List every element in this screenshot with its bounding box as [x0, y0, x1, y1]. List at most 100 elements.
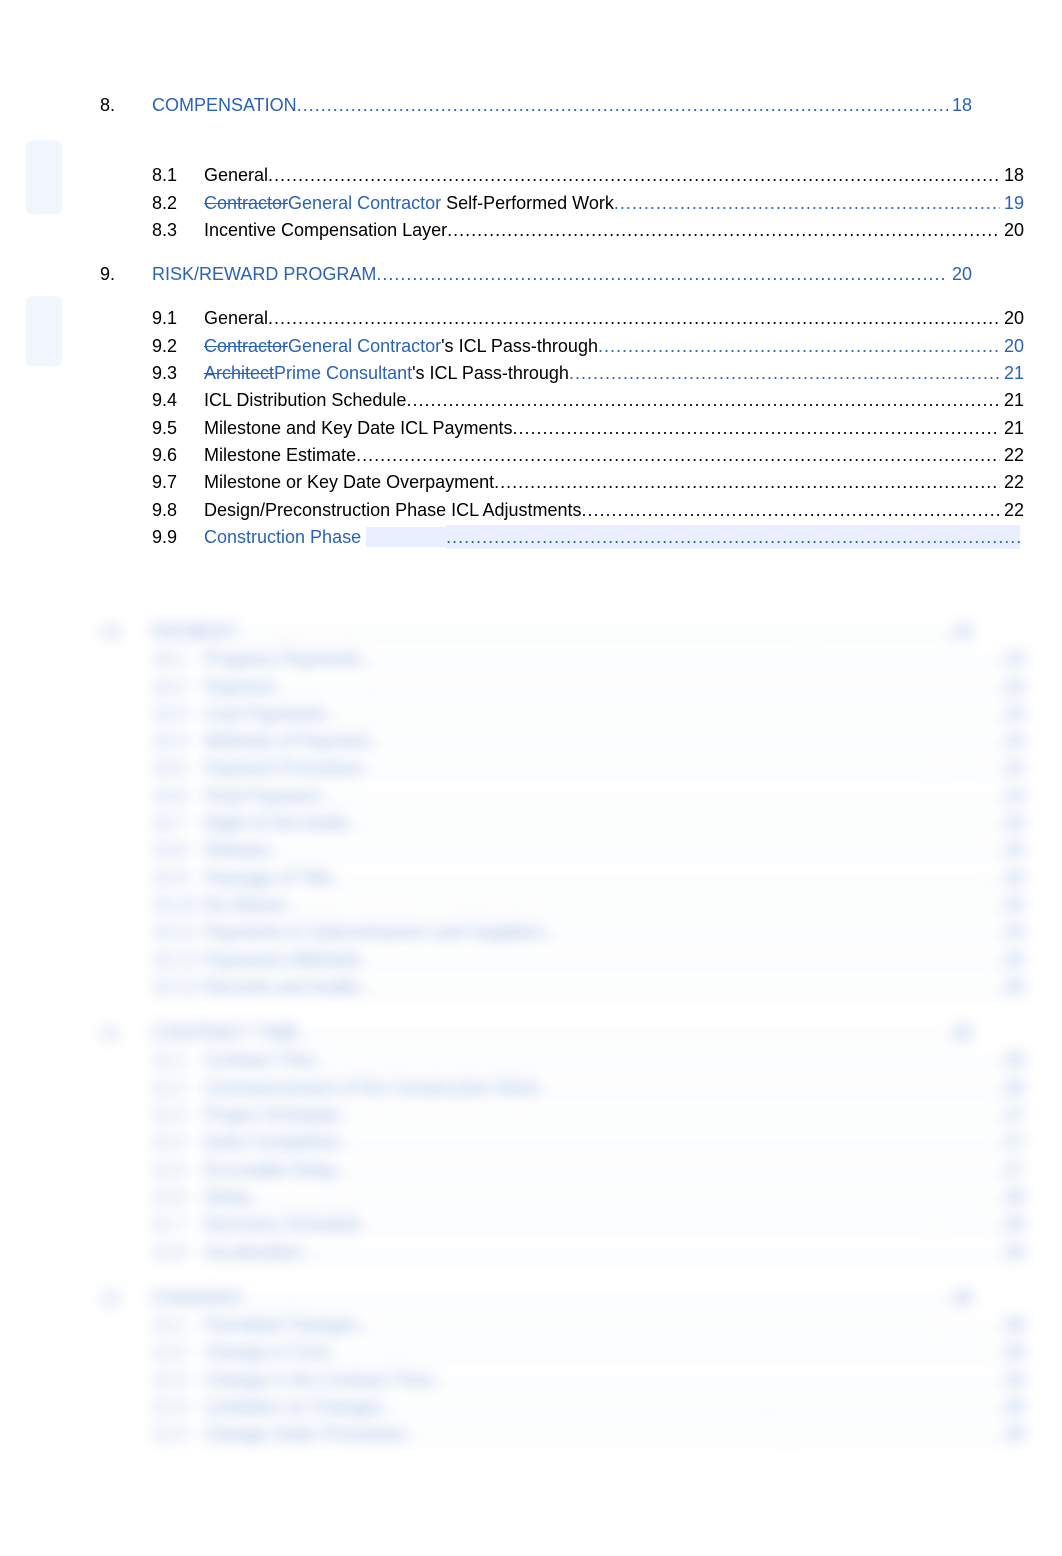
- toc-page-number: 25: [1000, 838, 1024, 862]
- toc-entry[interactable]: 8.1General18: [100, 163, 1024, 187]
- toc-leader-dots: [446, 525, 1020, 549]
- toc-entry-number: 9.5: [152, 416, 204, 440]
- toc-leader-dots: [268, 163, 1000, 187]
- toc-leader-dots: [340, 1103, 1000, 1127]
- deleted-text: Contractor: [204, 193, 288, 213]
- deleted-text: Architect: [204, 363, 274, 383]
- toc-entry-number: 11.5: [152, 1158, 204, 1182]
- blurred-toc-entry: 11.1Contract Time26: [100, 1048, 1024, 1072]
- toc-leader-dots: [447, 218, 1000, 242]
- toc-entry-number: 10.3: [152, 702, 204, 726]
- blurred-toc-entry: 10.5Payment Procedure24: [100, 756, 1024, 780]
- toc-entry[interactable]: 9.4ICL Distribution Schedule21: [100, 388, 1024, 412]
- toc-entry-label: Payment: [204, 675, 275, 699]
- highlight-marker: [366, 527, 446, 547]
- toc-entry-number: 11.3: [152, 1103, 204, 1127]
- toc-leader-dots: [545, 920, 1000, 944]
- toc-page-number: 24: [1000, 729, 1024, 753]
- toc-page-number: 28: [1000, 1185, 1024, 1209]
- toc-leader-dots: [406, 388, 1000, 412]
- blurred-toc-entry: 11.2Commencement of the Construction Wor…: [100, 1076, 1024, 1100]
- toc-entry[interactable]: 9.9Construction Phase: [100, 525, 1024, 549]
- toc-entry-label: CONTRACT TIME: [152, 1021, 299, 1045]
- toc-page-number: 22: [1000, 470, 1024, 494]
- toc-leader-dots: [369, 729, 1000, 753]
- toc-leader-dots: [582, 498, 1000, 522]
- toc-entry-number: 9.4: [152, 388, 204, 412]
- toc-leader-dots: [275, 675, 1000, 699]
- toc-leader-dots: [287, 893, 1000, 917]
- blurred-toc-entry: 12.2Change in Cost29: [100, 1340, 1024, 1364]
- toc-leader-dots: [241, 1286, 948, 1310]
- toc-page-number: 21: [1000, 388, 1024, 412]
- toc-entry[interactable]: 9.5Milestone and Key Date ICL Payments21: [100, 416, 1024, 440]
- toc-entry-number: 11.7: [152, 1212, 204, 1236]
- blurred-toc-entry: 12.5Change Order Procedure29: [100, 1422, 1024, 1446]
- toc-page-number: 20: [1000, 218, 1024, 242]
- blurred-toc-entry: 10.10No Waiver25: [100, 893, 1024, 917]
- toc-entry-label: Milestone and Key Date ICL Payments: [204, 416, 513, 440]
- blurred-toc-entry: 12.CHANGES28: [100, 1286, 972, 1310]
- toc-entry-number: 8.3: [152, 218, 204, 242]
- toc-leader-dots: [338, 1158, 1000, 1182]
- toc-entry-number: 11.1: [152, 1048, 204, 1072]
- toc-leader-dots: [383, 1395, 1000, 1419]
- toc-leader-dots: [361, 647, 1000, 671]
- toc-page-number: 18: [948, 93, 972, 117]
- blurred-toc-entry: 11.7Recovery Schedule28: [100, 1212, 1024, 1236]
- deleted-text: Contractor: [204, 336, 288, 356]
- toc-entry[interactable]: 9.1General20: [100, 306, 1024, 330]
- toc-page-number: 20: [948, 262, 972, 286]
- toc-entry[interactable]: 9.6Milestone Estimate22: [100, 443, 1024, 467]
- toc-entry-label: Project Schedule: [204, 1103, 340, 1127]
- toc-page-number: 24: [1000, 784, 1024, 808]
- blurred-toc-entry: 10.6Final Payment24: [100, 784, 1024, 808]
- toc-entry-number: 10.7: [152, 811, 204, 835]
- toc-leader-dots: [406, 1422, 1000, 1446]
- toc-entry-label: PAYMENT: [152, 620, 236, 644]
- toc-section-9[interactable]: 9. RISK/REWARD PROGRAM 20: [100, 262, 972, 286]
- toc-entry-number: 11.2: [152, 1076, 204, 1100]
- toc-section-8[interactable]: 8. COMPENSATION 18: [100, 93, 972, 117]
- toc-page-number: 25: [1000, 866, 1024, 890]
- blurred-toc-entry: 10.13Records and Audits26: [100, 975, 1024, 999]
- toc-entry-number: 9.2: [152, 334, 204, 358]
- toc-entry-number: 10.9: [152, 866, 204, 890]
- toc-entry-label: Permitted Changes: [204, 1313, 358, 1337]
- toc-page-number: 29: [1000, 1340, 1024, 1364]
- toc-entry-label: General: [204, 306, 268, 330]
- blurred-toc-entry: 10.4Methods of Payment24: [100, 729, 1024, 753]
- toc-entry[interactable]: 8.3Incentive Compensation Layer 20: [100, 218, 1024, 242]
- toc-entry-number: 10.5: [152, 756, 204, 780]
- toc-entry-label: Incentive Compensation Layer: [204, 218, 447, 242]
- toc-entry-number: 10.8: [152, 838, 204, 862]
- toc-entry-number: 8.2: [152, 191, 204, 215]
- toc-page-number: 22: [1000, 498, 1024, 522]
- toc-entry[interactable]: 9.2ContractorGeneral Contractor's ICL Pa…: [100, 334, 1024, 358]
- toc-page-number: 27: [1000, 1103, 1024, 1127]
- blurred-toc-entry: 11.4Early Completion27: [100, 1130, 1024, 1154]
- toc-page-number: 28: [948, 1286, 972, 1310]
- toc-leader-dots: [297, 93, 948, 117]
- toc-entry-label: No Waiver: [204, 893, 287, 917]
- toc-leader-dots: [319, 784, 1000, 808]
- blurred-toc-entry: 11.3Project Schedule 27: [100, 1103, 1024, 1127]
- toc-entry[interactable]: 9.7Milestone or Key Date Overpayment22: [100, 470, 1024, 494]
- toc-entry-label-text: Construction Phase: [204, 527, 366, 547]
- toc-entry[interactable]: 8.2ContractorGeneral Contractor Self-Per…: [100, 191, 1024, 215]
- blurred-toc-entry: 11.CONTRACT TIME26: [100, 1021, 972, 1045]
- toc-entry-label: Cost Payments: [204, 702, 326, 726]
- toc-entry-label: CHANGES: [152, 1286, 241, 1310]
- toc-entry[interactable]: 9.3ArchitectPrime Consultant's ICL Pass-…: [100, 361, 1024, 385]
- toc-page-number: 22: [1000, 443, 1024, 467]
- toc-entry-number: 12.3: [152, 1368, 204, 1392]
- toc-leader-dots: [349, 811, 1000, 835]
- toc-page-number: 29: [1000, 1368, 1024, 1392]
- blurred-toc-entry: 10.11Payments to Subcontractors and Supp…: [100, 920, 1024, 944]
- blurred-toc-entry: 10.2Payment23: [100, 675, 1024, 699]
- toc-page-number: 29: [1000, 1422, 1024, 1446]
- toc-entry[interactable]: 9.8Design/Preconstruction Phase ICL Adju…: [100, 498, 1024, 522]
- toc-section-title: COMPENSATION: [152, 93, 297, 117]
- toc-entry-label: General: [204, 163, 268, 187]
- toc-page-number: 28: [1000, 1212, 1024, 1236]
